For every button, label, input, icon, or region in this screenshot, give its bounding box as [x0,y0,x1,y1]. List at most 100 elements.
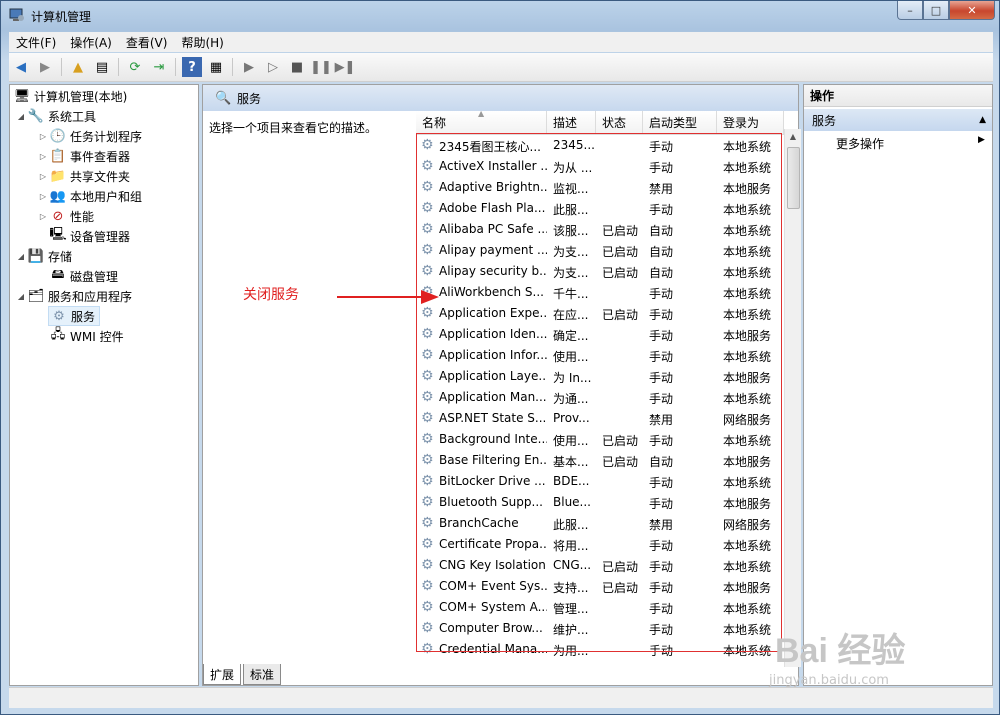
column-header-label: 登录为 [723,116,760,130]
tree-item-local-users-groups[interactable]: ▷ 👥 本地用户和组 [38,186,142,206]
show-hide-tree-icon[interactable]: ▤ [92,57,112,77]
wmi-icon: 🖧 [50,327,66,342]
tree-item-label: 存储 [48,249,73,264]
tree-item-performance[interactable]: ▷ ⊘ 性能 [38,206,94,226]
annotation-arrow [337,290,439,304]
actions-pane: 操作 服务 ▲ 更多操作 ▶ [803,84,993,686]
tree-item-label: 服务 [71,309,96,324]
more-actions[interactable]: 更多操作 [836,135,884,152]
column-header-label: 状态 [602,116,627,130]
tab-standard[interactable]: 标准 [243,664,282,685]
tree-item-storage[interactable]: ◢ 💾 存储 [16,246,72,266]
expand-toggle-icon[interactable]: ◢ [16,112,26,121]
start-service-icon[interactable]: ▶ [239,57,259,77]
shared-folder-icon: 📁 [49,168,67,184]
scrollbar-thumb[interactable] [787,147,800,209]
expand-toggle-icon[interactable]: ▷ [38,172,48,181]
up-folder-icon[interactable]: ▲ [68,57,88,77]
watermark-url: jingyan.baidu.com [769,673,889,688]
clock-icon: 🕒 [49,128,67,144]
disk-icon: 🖴 [51,267,65,282]
expand-toggle-icon[interactable]: ▷ [38,132,48,141]
storage-icon: 💾 [27,248,45,264]
tree-item-label: 系统工具 [48,109,97,124]
submenu-arrow-icon[interactable]: ▶ [978,135,985,145]
tree-item-device-manager[interactable]: 🖳 设备管理器 [48,226,130,246]
expand-toggle-icon[interactable]: ▷ [38,212,48,221]
services-apps-icon: 🗂 [27,288,45,304]
expand-toggle-icon[interactable]: ◢ [16,292,26,301]
services-header: 🔍 服务 [203,85,798,111]
properties-icon[interactable]: ▦ [206,57,226,77]
column-header-name[interactable]: ▲ 名称 [416,111,547,135]
stop-service-icon[interactable]: ■ [287,57,307,77]
actions-header: 操作 [804,85,992,107]
tree-item-wmi-control[interactable]: 🖧 WMI 控件 [48,326,124,346]
users-icon: 👥 [49,188,67,204]
tree-item-label: 服务和应用程序 [48,289,133,304]
maximize-button[interactable]: □ [923,1,949,20]
tools-icon: 🔧 [27,108,45,124]
sort-ascending-icon: ▲ [478,111,485,118]
tree-item-services-applications[interactable]: ◢ 🗂 服务和应用程序 [16,286,132,306]
tree-item-label: 事件查看器 [70,149,131,164]
expand-toggle-icon[interactable]: ◢ [16,252,26,261]
toolbar-divider [232,58,233,76]
actions-section-services[interactable]: 服务 ▲ [804,109,992,131]
start-service-alt-icon[interactable]: ▷ [263,57,283,77]
tree-item-disk-management[interactable]: 🖴 磁盘管理 [48,266,118,286]
tree-item-computer-management[interactable]: 🖥 计算机管理(本地) [12,86,128,106]
device-manager-icon: 🖳 [49,227,67,242]
tree-item-system-tools[interactable]: ◢ 🔧 系统工具 [16,106,96,126]
menu-help[interactable]: 帮助(H) [174,34,230,51]
expand-toggle-icon[interactable]: ▷ [38,192,48,201]
restart-service-icon[interactable]: ▶❚ [335,57,356,77]
app-window: 计算机管理 – □ ✕ 文件(F) 操作(A) 查看(V) 帮助(H) ◀ ▶ … [0,0,1000,715]
tree-item-label: 性能 [70,209,95,224]
services-header-title: 服务 [237,91,262,106]
column-header-startup-type[interactable]: 启动类型 [643,111,717,135]
tree-item-task-scheduler[interactable]: ▷ 🕒 任务计划程序 [38,126,142,146]
column-header-log-on-as[interactable]: 登录为 [717,111,784,135]
collapse-icon[interactable]: ▲ [979,115,986,125]
tree-item-event-viewer[interactable]: ▷ 📋 事件查看器 [38,146,130,166]
pause-service-icon[interactable]: ❚❚ [310,57,332,77]
export-list-icon[interactable]: ⇥ [149,57,169,77]
tree-item-label: 磁盘管理 [70,269,119,284]
tab-extended[interactable]: 扩展 [203,664,242,685]
computer-management-icon [9,7,25,23]
tree-item-label: 本地用户和组 [70,189,143,204]
menu-action[interactable]: 操作(A) [63,34,119,51]
tree-item-shared-folders[interactable]: ▷ 📁 共享文件夹 [38,166,130,186]
refresh-icon[interactable]: ⟳ [125,57,145,77]
event-log-icon: 📋 [49,148,67,164]
console-tree: 🖥 计算机管理(本地) ◢ 🔧 系统工具 ▷ 🕒 任务计划程序 ▷ 📋 事件查看… [9,84,199,686]
gear-icon: ⚙ [53,308,65,324]
back-icon[interactable]: ◀ [11,57,31,77]
vertical-scrollbar[interactable]: ▲ [784,129,801,667]
forward-icon[interactable]: ▶ [35,57,55,77]
tree-item-label: 计算机管理(本地) [34,89,128,104]
toolbar: ◀ ▶ ▲ ▤ ⟳ ⇥ ? ▦ ▶ ▷ ■ ❚❚ ▶❚ [9,53,993,82]
scroll-up-icon[interactable]: ▲ [785,129,801,145]
column-header-status[interactable]: 状态 [596,111,643,135]
view-tabs: 扩展 标准 [203,664,283,686]
toolbar-divider [61,58,62,76]
column-header-label: 启动类型 [649,116,698,130]
help-icon[interactable]: ? [182,57,202,77]
close-button[interactable]: ✕ [949,1,995,20]
column-header-description[interactable]: 描述 [547,111,596,135]
annotation-label: 关闭服务 [243,287,299,303]
tree-item-label: 共享文件夹 [70,169,131,184]
tree-item-services[interactable]: ⚙ 服务 [48,306,101,326]
window-title: 计算机管理 [31,10,92,24]
minimize-button[interactable]: – [897,1,923,20]
search-icon: 🔍 [215,90,232,106]
toolbar-divider [175,58,176,76]
column-header-label: 描述 [553,116,578,130]
highlight-box [416,133,782,652]
menu-view[interactable]: 查看(V) [119,34,175,51]
menu-file[interactable]: 文件(F) [9,34,63,51]
title-bar: 计算机管理 – □ ✕ [1,1,999,31]
expand-toggle-icon[interactable]: ▷ [38,152,48,161]
